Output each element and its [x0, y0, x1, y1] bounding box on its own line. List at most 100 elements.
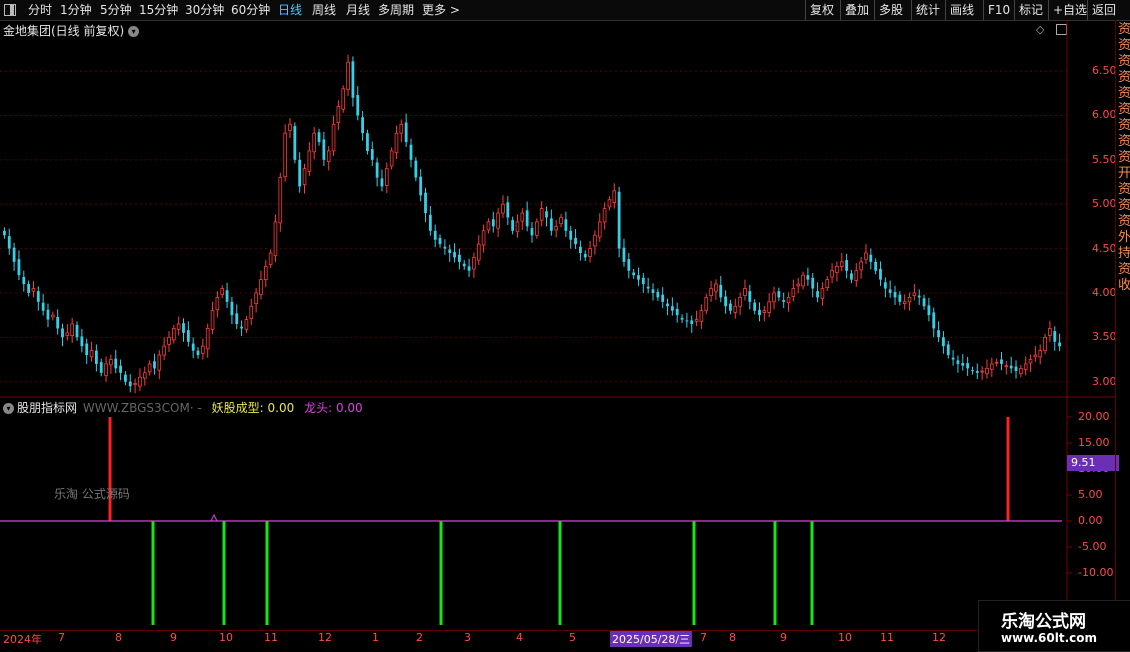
candle [399, 119, 404, 143]
candle [588, 241, 592, 263]
candle [12, 242, 16, 271]
date-tick-label: 10 [219, 631, 233, 644]
price-tick-label: 3.50 [1092, 330, 1117, 344]
candle [419, 169, 423, 202]
candle [404, 113, 408, 147]
candle [839, 253, 844, 272]
candle [433, 224, 437, 248]
date-tick-label: 9 [170, 631, 177, 644]
candle [124, 371, 127, 386]
candle [656, 288, 660, 301]
candle [709, 280, 713, 302]
candle [56, 309, 60, 335]
candle [240, 320, 243, 336]
candle [946, 340, 950, 359]
candle [961, 354, 965, 371]
candle [133, 378, 137, 394]
candle [907, 292, 912, 311]
candle [641, 272, 645, 293]
candle [220, 284, 225, 299]
candle [438, 234, 442, 248]
candle [801, 271, 805, 290]
candle [278, 172, 283, 232]
candle [549, 209, 553, 236]
candle [249, 298, 254, 325]
candle [767, 292, 771, 318]
candle [17, 250, 21, 281]
candle [511, 216, 515, 235]
signal-bar-red [108, 417, 112, 521]
candle [980, 366, 984, 380]
candle [1038, 344, 1043, 365]
candle [607, 196, 612, 211]
candle [356, 86, 360, 121]
candle [94, 344, 98, 372]
candle [753, 299, 757, 315]
candle [942, 331, 945, 354]
candle [535, 218, 539, 239]
candle [1019, 364, 1023, 378]
candle [370, 141, 374, 167]
candlestick-chart[interactable] [0, 0, 1130, 398]
candle [472, 252, 476, 278]
candle [331, 115, 336, 156]
date-cursor-label: 2025/05/28/三 [610, 631, 693, 647]
candle [786, 292, 791, 312]
candle [893, 285, 897, 305]
candle [424, 187, 427, 222]
candle [985, 359, 989, 379]
candle [448, 244, 452, 262]
candle [462, 260, 466, 270]
date-tick-label: 5 [569, 631, 576, 644]
candle [1009, 356, 1013, 374]
candle [254, 288, 258, 313]
candle [1004, 360, 1009, 375]
price-tick-label: 6.50 [1092, 64, 1117, 78]
candle [724, 290, 728, 314]
candle [317, 128, 321, 146]
candle [869, 248, 873, 270]
candle [902, 294, 907, 310]
candle [597, 213, 602, 242]
candle [225, 282, 229, 309]
candle [680, 314, 684, 324]
candle [283, 124, 287, 182]
candle [859, 256, 863, 279]
candle [453, 243, 456, 263]
candle [569, 225, 573, 249]
candle [791, 279, 796, 302]
candle [322, 131, 326, 167]
indicator-chart[interactable] [0, 398, 1130, 638]
sidebar-divider [1115, 20, 1116, 630]
date-tick-label: 8 [729, 631, 736, 644]
candle [758, 302, 761, 322]
candle [617, 186, 621, 258]
watermark-text: 乐淘 公式源码 [54, 487, 130, 501]
candle [496, 208, 500, 238]
candle [990, 357, 994, 377]
candle [579, 240, 582, 261]
candle [70, 317, 74, 344]
candle [1028, 354, 1033, 372]
candle [3, 227, 6, 239]
candle [147, 360, 152, 376]
candle [816, 282, 819, 303]
candle [467, 258, 471, 277]
candle [612, 183, 617, 209]
date-tick-label: 2024年 [3, 633, 42, 646]
candle [699, 304, 704, 329]
candle [845, 253, 849, 279]
candle [46, 303, 50, 328]
candle [971, 366, 974, 375]
date-tick-label: 1 [372, 631, 379, 644]
candle [230, 296, 234, 324]
candle [525, 201, 529, 232]
candle [268, 249, 273, 269]
signal-bar-green [265, 521, 269, 625]
candle [366, 129, 369, 155]
candle [820, 282, 825, 306]
price-tick-label: 4.50 [1092, 241, 1117, 255]
candle [61, 323, 64, 347]
candle [85, 338, 89, 364]
date-tick-label: 11 [264, 631, 278, 644]
